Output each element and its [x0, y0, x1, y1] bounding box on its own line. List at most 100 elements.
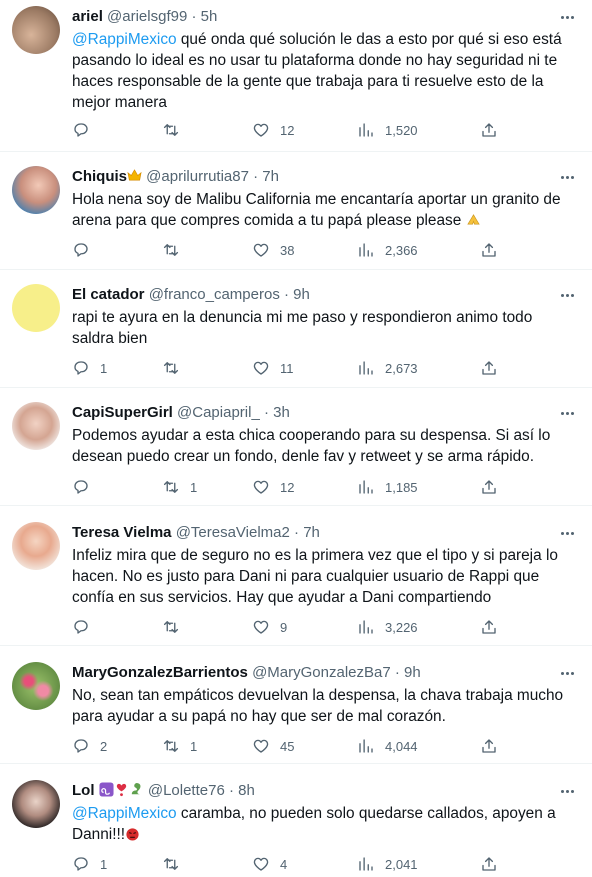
reply-button[interactable]: [72, 478, 100, 496]
action-bar: 1 12 1,185: [72, 478, 576, 498]
tweet[interactable]: MaryGonzalezBarrientos @MaryGonzalezBa7 …: [0, 646, 592, 764]
separator: ·: [191, 8, 197, 25]
like-button[interactable]: 12: [252, 121, 294, 139]
display-name[interactable]: ariel: [72, 8, 103, 25]
share-button[interactable]: [480, 855, 498, 873]
avatar[interactable]: [12, 166, 60, 214]
views-button[interactable]: 1,185: [357, 478, 418, 496]
display-name[interactable]: El catador: [72, 286, 145, 303]
retweet-button[interactable]: [162, 855, 190, 873]
share-button[interactable]: [480, 618, 498, 636]
handle[interactable]: @arielsgf99: [107, 8, 187, 25]
display-name[interactable]: Chiquis: [72, 168, 127, 185]
action-bar: 1 4 2,041: [72, 855, 576, 875]
retweet-icon: [163, 244, 179, 256]
reply-icon: [74, 243, 88, 257]
retweet-icon: [163, 858, 179, 870]
share-button[interactable]: [480, 241, 498, 259]
more-icon[interactable]: [558, 782, 576, 800]
views-button[interactable]: 2,366: [357, 241, 418, 259]
avatar[interactable]: [12, 780, 60, 828]
like-button[interactable]: 4: [252, 855, 287, 873]
like-button[interactable]: 45: [252, 737, 294, 755]
timestamp[interactable]: 7h: [262, 168, 279, 185]
tweet-header: CapiSuperGirl @Capiapril_ · 3h: [72, 404, 552, 422]
share-icon: [482, 480, 496, 494]
like-icon: [253, 480, 269, 494]
views-icon: [359, 620, 373, 634]
reply-button[interactable]: [72, 618, 100, 636]
timestamp[interactable]: 5h: [201, 8, 218, 25]
share-icon: [482, 243, 496, 257]
tweet[interactable]: El catador @franco_camperos · 9h rapi te…: [0, 270, 592, 388]
retweet-button[interactable]: 1: [162, 737, 197, 755]
handle[interactable]: @aprilurrutia87: [146, 168, 249, 185]
reply-button[interactable]: 1: [72, 359, 107, 377]
tweet[interactable]: Lol @Lolette76 · 8h @RappiMexico caramba…: [0, 764, 592, 877]
share-button[interactable]: [480, 121, 498, 139]
share-button[interactable]: [480, 359, 498, 377]
display-name[interactable]: MaryGonzalezBarrientos: [72, 664, 248, 681]
timestamp[interactable]: 9h: [404, 664, 421, 681]
retweet-button[interactable]: [162, 359, 190, 377]
reply-button[interactable]: [72, 121, 100, 139]
views-button[interactable]: 2,673: [357, 359, 418, 377]
display-name[interactable]: CapiSuperGirl: [72, 404, 173, 421]
handle[interactable]: @MaryGonzalezBa7: [252, 664, 391, 681]
views-button[interactable]: 4,044: [357, 737, 418, 755]
views-button[interactable]: 2,041: [357, 855, 418, 873]
more-icon[interactable]: [558, 404, 576, 422]
avatar[interactable]: [12, 6, 60, 54]
timestamp[interactable]: 9h: [293, 286, 310, 303]
retweet-button[interactable]: [162, 618, 190, 636]
share-button[interactable]: [480, 737, 498, 755]
avatar[interactable]: [12, 402, 60, 450]
share-button[interactable]: [480, 478, 498, 496]
like-button[interactable]: 12: [252, 478, 294, 496]
more-icon[interactable]: [558, 168, 576, 186]
more-icon[interactable]: [558, 524, 576, 542]
like-button[interactable]: 38: [252, 241, 294, 259]
mention-link[interactable]: @RappiMexico: [72, 805, 177, 822]
views-button[interactable]: 3,226: [357, 618, 418, 636]
reply-button[interactable]: 1: [72, 855, 107, 873]
more-icon[interactable]: [558, 286, 576, 304]
views-icon: [359, 739, 373, 753]
like-button[interactable]: 11: [252, 359, 294, 377]
separator: ·: [253, 168, 259, 185]
separator: ·: [394, 664, 400, 681]
tweet-header: Chiquis @aprilurrutia87 · 7h: [72, 168, 552, 186]
tweet-header: Lol @Lolette76 · 8h: [72, 782, 552, 800]
more-icon[interactable]: [558, 664, 576, 682]
angry-face-emoji-icon: [126, 828, 139, 841]
heart-exclamation-icon: [116, 783, 126, 797]
more-icon[interactable]: [558, 8, 576, 26]
tweet[interactable]: Teresa Vielma @TeresaVielma2 · 7h Infeli…: [0, 506, 592, 646]
retweet-button[interactable]: [162, 121, 190, 139]
reply-button[interactable]: 2: [72, 737, 107, 755]
timestamp[interactable]: 7h: [303, 524, 320, 541]
tweet[interactable]: Chiquis @aprilurrutia87 · 7h Hola nena s…: [0, 152, 592, 270]
retweet-button[interactable]: 1: [162, 478, 197, 496]
reply-button[interactable]: [72, 241, 100, 259]
views-button[interactable]: 1,520: [357, 121, 418, 139]
timestamp[interactable]: 8h: [238, 782, 255, 799]
tweet-text: @RappiMexico qué onda qué solución le da…: [72, 29, 576, 113]
handle[interactable]: @TeresaVielma2: [176, 524, 290, 541]
handle[interactable]: @franco_camperos: [149, 286, 280, 303]
mention-link[interactable]: @RappiMexico: [72, 31, 177, 48]
reply-icon: [74, 739, 88, 753]
handle[interactable]: @Capiapril_: [177, 404, 260, 421]
avatar[interactable]: [12, 522, 60, 570]
like-button[interactable]: 9: [252, 618, 287, 636]
avatar[interactable]: [12, 284, 60, 332]
retweet-button[interactable]: [162, 241, 190, 259]
display-name[interactable]: Lol: [72, 782, 95, 799]
share-icon: [482, 361, 496, 375]
timestamp[interactable]: 3h: [273, 404, 290, 421]
handle[interactable]: @Lolette76: [148, 782, 225, 799]
avatar[interactable]: [12, 662, 60, 710]
tweet[interactable]: CapiSuperGirl @Capiapril_ · 3h Podemos a…: [0, 388, 592, 506]
tweet[interactable]: ariel @arielsgf99 · 5h @RappiMexico qué …: [0, 0, 592, 152]
display-name[interactable]: Teresa Vielma: [72, 524, 172, 541]
